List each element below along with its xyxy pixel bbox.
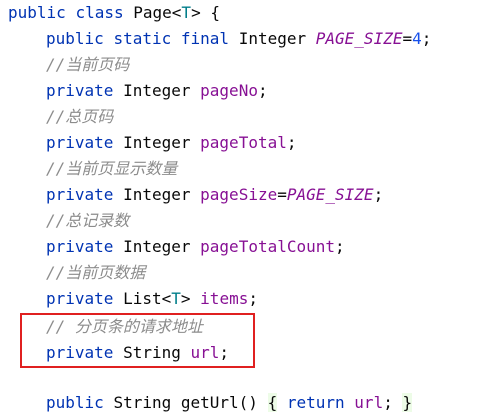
type-name: String	[113, 393, 172, 412]
code-comment-total-pages: //总页码	[46, 107, 114, 126]
type-name: List	[123, 289, 162, 308]
code-line-get-url-partial: public String getUrl() { return url; }	[46, 393, 413, 412]
type-name: Integer	[123, 185, 191, 204]
keyword-private: private	[46, 133, 114, 152]
keyword-private: private	[46, 81, 114, 100]
field-name: pageNo	[200, 81, 258, 100]
type-name: Integer	[123, 237, 191, 256]
constant-name: PAGE_SIZE	[315, 29, 403, 48]
field-name: items	[200, 289, 249, 308]
keyword-private: private	[46, 237, 114, 256]
parentheses: ()	[238, 393, 258, 412]
keyword-public: public	[8, 3, 66, 22]
field-name: pageTotal	[200, 133, 287, 152]
number-literal: 4	[412, 29, 422, 48]
type-name: Integer	[238, 29, 307, 48]
type-name: Integer	[123, 81, 191, 100]
class-name: Page	[133, 3, 172, 22]
code-line-page-total-count: private Integer pageTotalCount;	[46, 234, 345, 260]
generic-open: <	[171, 3, 182, 22]
semicolon: ;	[373, 185, 384, 204]
code-line-class-declaration: public class Page<T> {	[8, 0, 220, 26]
generic-open: <	[161, 289, 172, 308]
semicolon: ;	[286, 133, 297, 152]
field-name: pageSize	[200, 185, 278, 204]
keyword-final: final	[180, 29, 230, 48]
field-name: pageTotalCount	[200, 237, 336, 256]
keyword-return: return	[286, 393, 345, 412]
code-comment-total-records: //总记录数	[46, 211, 130, 230]
code-comment-page-size: //当前页显示数量	[46, 159, 178, 178]
code-comment-current-page: //当前页码	[46, 55, 130, 74]
semicolon: ;	[335, 237, 345, 256]
keyword-class: class	[75, 3, 124, 22]
keyword-private: private	[46, 289, 114, 308]
semicolon: ;	[257, 81, 268, 100]
type-name: Integer	[123, 133, 191, 152]
semicolon: ;	[248, 289, 258, 308]
keyword-private: private	[46, 185, 114, 204]
keyword-public: public	[46, 29, 104, 48]
keyword-static: static	[113, 29, 172, 48]
code-line-page-size: private Integer pageSize=PAGE_SIZE;	[46, 182, 383, 208]
type-parameter: T	[171, 289, 181, 308]
open-brace: {	[210, 3, 220, 22]
code-line-page-size-constant: public static final Integer PAGE_SIZE=4;	[46, 26, 431, 52]
semicolon: ;	[421, 29, 432, 48]
type-parameter: T	[181, 3, 192, 22]
method-name: getUrl	[180, 393, 239, 412]
equals-sign: =	[277, 185, 287, 204]
code-line-items: private List<T> items;	[46, 286, 258, 312]
field-name: url	[354, 393, 384, 412]
equals-sign: =	[402, 29, 413, 48]
code-line-page-total: private Integer pageTotal;	[46, 130, 297, 156]
keyword-public: public	[46, 393, 104, 412]
constant-reference: PAGE_SIZE	[286, 185, 374, 204]
red-highlight-box	[20, 313, 255, 368]
generic-close: >	[191, 3, 201, 22]
code-comment-page-data: //当前页数据	[46, 263, 146, 282]
code-editor[interactable]: public class Page<T> { public static fin…	[0, 0, 496, 412]
generic-close: >	[180, 289, 191, 308]
code-line-page-no: private Integer pageNo;	[46, 78, 268, 104]
open-brace: {	[267, 393, 278, 412]
close-brace: }	[402, 393, 413, 412]
